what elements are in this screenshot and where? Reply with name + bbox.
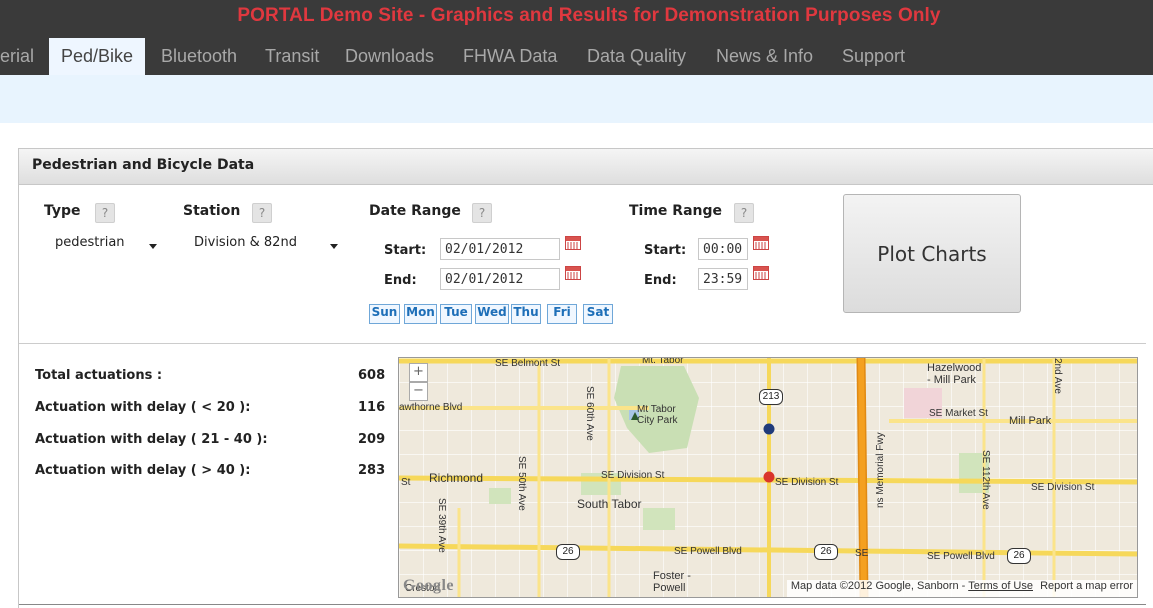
stat-label-delay-gt40: Actuation with delay ( > 40 ): (35, 463, 251, 478)
street-label: SE Division St (775, 477, 839, 488)
street-label: SE 39th Ave (436, 498, 447, 553)
stat-label-total: Total actuations : (35, 368, 163, 383)
day-toggle-sun[interactable]: Sun (369, 304, 400, 324)
street-label: SE 112th Ave (980, 450, 991, 510)
time-end-label: End: (644, 273, 677, 288)
time-range-help-icon[interactable]: ? (734, 203, 754, 223)
day-toggle-tue[interactable]: Tue (440, 304, 472, 324)
route-213-shield-icon: 213 (759, 389, 783, 405)
station-select[interactable]: Division & 82nd (194, 235, 344, 257)
street-label: Mt. Tabor (642, 357, 684, 366)
section-divider (19, 343, 1146, 344)
stat-label-delay-21-40: Actuation with delay ( 21 - 40 ): (35, 432, 268, 447)
street-label: St (401, 477, 411, 488)
street-label: SE 60th Ave (584, 386, 595, 441)
panel-bottom-border (19, 604, 1146, 605)
date-start-input[interactable]: 02/01/2012 (440, 238, 560, 260)
nav-tab-transit[interactable]: Transit (265, 38, 319, 75)
sub-nav-bar (0, 75, 1153, 123)
top-bar: PORTAL Demo Site - Graphics and Results … (0, 0, 1153, 75)
time-start-label: Start: (644, 243, 687, 258)
date-end-label: End: (384, 273, 417, 288)
date-start-label: Start: (384, 243, 427, 258)
panel-title: Pedestrian and Bicycle Data (32, 157, 255, 173)
place-label: South Tabor (577, 497, 642, 511)
map-zoom-in-button[interactable]: + (409, 363, 428, 382)
time-range-label: Time Range (629, 203, 723, 219)
nav-tab-data-quality[interactable]: Data Quality (587, 38, 686, 75)
date-range-label: Date Range (369, 203, 461, 219)
station-help-icon[interactable]: ? (252, 203, 272, 223)
date-range-help-icon[interactable]: ? (472, 203, 492, 223)
calendar-icon[interactable] (565, 266, 581, 280)
day-toggle-thu[interactable]: Thu (511, 304, 541, 324)
plot-charts-button[interactable]: Plot Charts (843, 194, 1021, 313)
map-attribution: Map data ©2012 Google, Sanborn - Terms o… (786, 580, 1137, 597)
chevron-down-icon (330, 244, 338, 249)
chevron-down-icon (149, 244, 157, 249)
route-26-shield-icon: 26 (814, 544, 838, 560)
street-label: SE Belmont St (495, 358, 561, 369)
clock-picker-icon[interactable] (753, 266, 769, 280)
street-label: SE Powell Blvd (674, 546, 742, 557)
report-map-error-link[interactable]: Report a map error (1040, 580, 1133, 592)
stat-label-delay-lt20: Actuation with delay ( < 20 ): (35, 400, 251, 415)
street-label: SE Market St (929, 408, 988, 419)
nav-tab-ped-bike[interactable]: Ped/Bike (49, 38, 146, 75)
street-label: ns Memorial Fwy (875, 432, 886, 508)
map-data-credit: Map data ©2012 Google, Sanborn - (790, 580, 966, 592)
station-select-value: Division & 82nd (194, 235, 297, 250)
station-map[interactable]: + − SE Belmont St Mt. Tabor awthorne Blv… (398, 357, 1138, 598)
place-label: Richmond (429, 471, 484, 485)
place-label: Hazelwood - Mill Park (927, 362, 982, 386)
stat-value-total: 608 (358, 368, 386, 383)
street-label: awthorne Blvd (399, 402, 463, 413)
time-start-input[interactable]: 00:00 (698, 238, 748, 260)
nav-tab-bluetooth[interactable]: Bluetooth (161, 38, 237, 75)
route-26-shield-icon: 26 (556, 544, 580, 560)
route-26-shield-icon: 26 (1007, 548, 1031, 564)
type-help-icon[interactable]: ? (95, 203, 115, 223)
map-zoom-out-button[interactable]: − (409, 382, 428, 401)
place-label: Mill Park (1009, 415, 1052, 427)
day-toggle-wed[interactable]: Wed (475, 304, 509, 324)
time-end-input[interactable]: 23:59 (698, 268, 748, 290)
street-label: SE (855, 548, 869, 559)
nav-tab-downloads[interactable]: Downloads (345, 38, 434, 75)
nav-tab-fhwa-data[interactable]: FHWA Data (463, 38, 557, 75)
day-toggle-mon[interactable]: Mon (404, 304, 437, 324)
place-label: Foster - Powell (653, 570, 691, 594)
street-label: SE Division St (1031, 482, 1095, 493)
station-label: Station (183, 203, 241, 219)
street-label: SE Division St (601, 470, 665, 481)
panel-header: Pedestrian and Bicycle Data (19, 148, 1153, 185)
calendar-icon[interactable] (565, 236, 581, 250)
day-toggle-sat[interactable]: Sat (583, 304, 613, 324)
demo-banner: PORTAL Demo Site - Graphics and Results … (237, 5, 941, 26)
google-logo: Google (403, 577, 454, 594)
nav-tab-arterial[interactable]: erial (0, 38, 34, 75)
street-label: SE 50th Ave (516, 456, 527, 511)
place-label: Mt Tabor City Park (637, 404, 678, 426)
date-end-input[interactable]: 02/01/2012 (440, 268, 560, 290)
street-label: SE Powell Blvd (927, 551, 995, 562)
clock-picker-icon[interactable] (753, 236, 769, 250)
type-select-value: pedestrian (55, 235, 125, 250)
nav-tab-news-info[interactable]: News & Info (716, 38, 813, 75)
type-select[interactable]: pedestrian (55, 235, 165, 257)
street-label: 2nd Ave (1052, 358, 1063, 394)
day-toggle-fri[interactable]: Fri (547, 304, 577, 324)
type-label: Type (44, 203, 81, 219)
nav-tab-support[interactable]: Support (842, 38, 905, 75)
stat-value-delay-gt40: 283 (358, 463, 386, 478)
stat-value-delay-lt20: 116 (358, 400, 386, 415)
stat-value-delay-21-40: 209 (358, 432, 386, 447)
terms-of-use-link[interactable]: Terms of Use (968, 580, 1033, 592)
